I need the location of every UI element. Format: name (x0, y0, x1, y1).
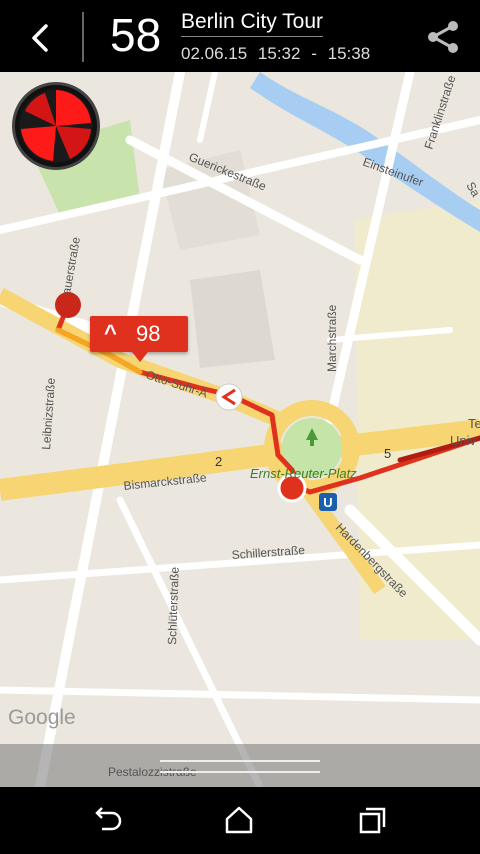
street-label: Franklinstraße (422, 73, 459, 151)
street-label: Marchstraße (325, 304, 339, 372)
building (190, 270, 275, 368)
tour-title: Berlin City Tour (181, 10, 323, 37)
back-arrow-icon[interactable] (22, 18, 62, 58)
tour-count: 58 (110, 9, 162, 61)
nav-back-icon[interactable] (90, 805, 124, 835)
speed-badge[interactable]: ^ 98 (90, 316, 188, 362)
route-marker-5: 5 (384, 446, 391, 461)
street-label: Schlüterstraße (165, 566, 182, 645)
top-bar: 58 Berlin City Tour 02.06.15 15:32 - 15:… (0, 0, 480, 72)
drawer-line (160, 760, 320, 762)
street-label: auerstraße (59, 236, 83, 296)
map-view[interactable]: U 2 5 Guerickestraße Einsteinufer Frankl… (0, 72, 480, 787)
share-icon[interactable] (424, 18, 462, 56)
map-canvas[interactable]: U 2 5 Guerickestraße Einsteinufer Frankl… (0, 72, 480, 787)
street-label: Sa (463, 180, 480, 200)
street-label: Te (468, 416, 480, 431)
route-start-marker[interactable] (55, 292, 81, 318)
system-nav-bar (0, 787, 480, 854)
ubahn-label: U (323, 495, 332, 510)
header-divider (82, 12, 84, 62)
tour-end-time: 15:38 (327, 44, 371, 63)
bottom-drawer-handle[interactable]: Pestalozzistraße (0, 744, 480, 787)
radar-widget[interactable] (12, 82, 100, 170)
time-separator: - (311, 44, 317, 63)
square-label: Ernst-Reuter-Platz (250, 466, 357, 481)
tour-time: 02.06.15 15:32 - 15:38 (181, 44, 376, 64)
drawer-line (160, 771, 320, 773)
speed-value: 98 (136, 321, 161, 346)
radar-icon (16, 86, 96, 166)
caret-up-icon: ^ (104, 320, 117, 345)
tour-start-time: 15:32 (257, 44, 301, 63)
nav-recents-icon[interactable] (356, 805, 390, 835)
street-label: Leibnizstraße (39, 377, 58, 450)
nav-home-icon[interactable] (222, 805, 256, 835)
street-label: Univ (450, 433, 477, 448)
direction-marker[interactable] (215, 383, 243, 411)
tour-date: 02.06.15 (181, 44, 248, 63)
route-marker-2: 2 (215, 454, 222, 469)
google-logo: Google (8, 706, 76, 729)
